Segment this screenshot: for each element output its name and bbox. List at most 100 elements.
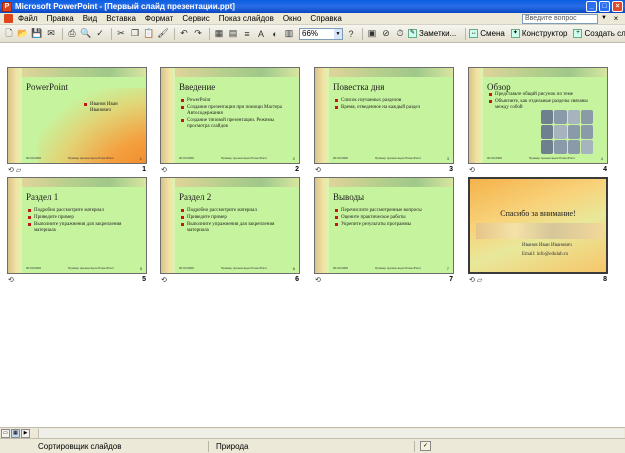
slide-bullet: Создание типовой презентации. Режимы про… (181, 118, 293, 130)
status-separator (414, 441, 415, 452)
new-slide-icon: + (573, 29, 583, 38)
transition-indicator-icon[interactable]: ⟲ (315, 167, 321, 174)
insert-table-icon[interactable]: ▤ (227, 28, 239, 40)
help-icon[interactable]: ? (345, 28, 357, 40)
slide-image-band (476, 223, 604, 239)
animation-indicator-icon[interactable]: ▱ (16, 167, 21, 174)
permission-icon[interactable]: ✉ (45, 28, 57, 40)
redo-icon[interactable]: ↷ (192, 28, 204, 40)
powerpoint-app-icon[interactable]: P (2, 1, 12, 12)
copy-icon[interactable]: ❐ (129, 28, 141, 40)
animation-indicator-icon[interactable]: ▱ (477, 277, 482, 284)
transition-indicator-icon[interactable]: ⟲ (469, 277, 475, 284)
spelling-icon[interactable]: ✓ (94, 28, 106, 40)
slide-cell-8[interactable]: Спасибо за внимание! Иванов Иван Иванови… (468, 177, 608, 285)
menu-file[interactable]: Файл (18, 14, 38, 23)
new-slide-button[interactable]: +Создать слайд (573, 29, 625, 38)
slide-thumbnail-7[interactable]: Выводы Перечислите рассмотренные вопросы… (314, 177, 454, 274)
show-formatting-icon[interactable]: A (255, 28, 267, 40)
help-question-input[interactable]: Введите вопрос (522, 14, 598, 24)
transition-indicator-icon[interactable]: ⟲ (161, 277, 167, 284)
slide-thumbnail-3[interactable]: Повестка дня Список изучаемых разделов В… (314, 67, 454, 164)
rehearse-timings-icon[interactable]: ⏱ (394, 28, 406, 40)
grid-icon[interactable]: ▥ (283, 28, 295, 40)
slide-cell-6[interactable]: Раздел 2 Подробно рассмотрите материал П… (160, 177, 300, 285)
slide-cell-7[interactable]: Выводы Перечислите рассмотренные вопросы… (314, 177, 454, 285)
slide-thumbnail-4[interactable]: Обзор Представьте общий рисунок по теме … (468, 67, 608, 164)
close-icon[interactable]: × (612, 1, 623, 12)
document-icon[interactable] (4, 14, 13, 23)
slide-top-band (175, 68, 299, 77)
zoom-select[interactable]: 66% ▼ (299, 27, 343, 40)
transition-indicator-icon[interactable]: ⟲ (469, 167, 475, 174)
puzzle-image (541, 110, 593, 154)
slide-author-name: Иванов Иван Иванович (522, 243, 572, 248)
new-file-icon[interactable]: 🗋 (3, 28, 15, 40)
slide-transition-button[interactable]: ↔ Смена (469, 29, 505, 38)
chevron-down-icon[interactable]: ▼ (601, 15, 607, 21)
slide-thumbnail-5[interactable]: Раздел 1 Подробно рассмотрите материал П… (7, 177, 147, 274)
chevron-down-icon[interactable]: ▼ (334, 28, 342, 39)
expand-all-icon[interactable]: ≡ (241, 28, 253, 40)
print-preview-icon[interactable]: 🔍 (80, 28, 92, 40)
slide-thumbnail-6[interactable]: Раздел 2 Подробно рассмотрите материал П… (160, 177, 300, 274)
transition-indicator-icon[interactable]: ⟲ (8, 167, 14, 174)
horizontal-scrollbar[interactable] (38, 429, 624, 438)
open-folder-icon[interactable]: 📂 (17, 28, 29, 40)
slide-thumbnail-2[interactable]: Введение PowerPoint Создание презентации… (160, 67, 300, 164)
maximize-icon[interactable]: □ (599, 1, 610, 12)
cut-icon[interactable]: ✂ (115, 28, 127, 40)
toolbar-separator (174, 27, 175, 40)
menu-help[interactable]: Справка (310, 14, 341, 23)
menu-slideshow[interactable]: Показ слайдов (219, 14, 274, 23)
menu-insert[interactable]: Вставка (106, 14, 136, 23)
normal-view-icon[interactable]: ▭ (1, 428, 10, 438)
slide-page-number: 3 (446, 156, 449, 161)
notes-button[interactable]: ✎ Заметки... (408, 29, 456, 38)
spelling-status-icon[interactable]: ✓ (420, 441, 431, 451)
view-buttons-bar: ▭ ▦ ▶ (0, 427, 625, 438)
slide-number: 4 (603, 166, 607, 173)
color-grayscale-icon[interactable]: ◐ (269, 28, 281, 40)
menu-tools[interactable]: Сервис (182, 14, 209, 23)
slide-footer-date: 00.00.0000 (179, 156, 195, 160)
transition-indicator-icon[interactable]: ⟲ (315, 277, 321, 284)
slide-left-band (161, 68, 175, 163)
insert-chart-icon[interactable]: ▦ (213, 28, 225, 40)
slide-cell-5[interactable]: Раздел 1 Подробно рассмотрите материал П… (7, 177, 147, 285)
slide-show-icon[interactable]: ▣ (366, 28, 378, 40)
hide-slide-icon[interactable]: ⊘ (380, 28, 392, 40)
slide-thumbnail-1[interactable]: PowerPoint Иванов Иван Иванович 00.00.000… (7, 67, 147, 164)
slide-sorter-view-icon[interactable]: ▦ (11, 428, 20, 438)
slide-design-button[interactable]: ✦ Конструктор (510, 29, 567, 38)
slide-cell-3[interactable]: Повестка дня Список изучаемых разделов В… (314, 67, 454, 175)
paste-icon[interactable]: 📋 (143, 28, 155, 40)
save-icon[interactable]: 💾 (31, 28, 43, 40)
menu-format[interactable]: Формат (145, 14, 173, 23)
slide-title: Обзор (487, 82, 511, 92)
slide-bullet-list: Представьте общий рисунок по теме Объясн… (489, 92, 601, 112)
minimize-icon[interactable]: _ (586, 1, 597, 12)
menu-edit[interactable]: Правка (47, 14, 74, 23)
status-bar: Сортировщик слайдов Природа ✓ (0, 438, 625, 453)
transition-indicator-icon[interactable]: ⟲ (8, 277, 14, 284)
slide-cell-1[interactable]: PowerPoint Иванов Иван Иванович 00.00.000… (7, 67, 147, 175)
slide-title: Раздел 1 (26, 192, 59, 202)
document-close-icon[interactable]: × (611, 14, 621, 24)
undo-icon[interactable]: ↶ (178, 28, 190, 40)
slide-thumbnail-8-selected[interactable]: Спасибо за внимание! Иванов Иван Иванови… (468, 177, 608, 274)
slide-top-band (329, 178, 453, 187)
format-painter-icon[interactable]: 🖌 (157, 28, 169, 40)
slide-bullet: Выполните упражнения для закрепления мат… (28, 222, 140, 234)
title-bar[interactable]: P Microsoft PowerPoint - [Первый слайд п… (0, 0, 625, 13)
slide-cell-4[interactable]: Обзор Представьте общий рисунок по теме … (468, 67, 608, 175)
menu-window[interactable]: Окно (283, 14, 302, 23)
toolbar-separator (62, 27, 63, 40)
print-icon[interactable]: ⎙ (66, 28, 78, 40)
menu-view[interactable]: Вид (83, 14, 97, 23)
transition-indicator-icon[interactable]: ⟲ (161, 167, 167, 174)
slide-show-view-icon[interactable]: ▶ (21, 428, 30, 438)
slide-page-number: 2 (292, 156, 295, 161)
slide-cell-2[interactable]: Введение PowerPoint Создание презентации… (160, 67, 300, 175)
standard-toolbar: 🗋 📂 💾 ✉ ⎙ 🔍 ✓ ✂ ❐ 📋 🖌 ↶ ↷ ▦ ▤ ≡ A ◐ ▥ 66… (0, 25, 625, 43)
